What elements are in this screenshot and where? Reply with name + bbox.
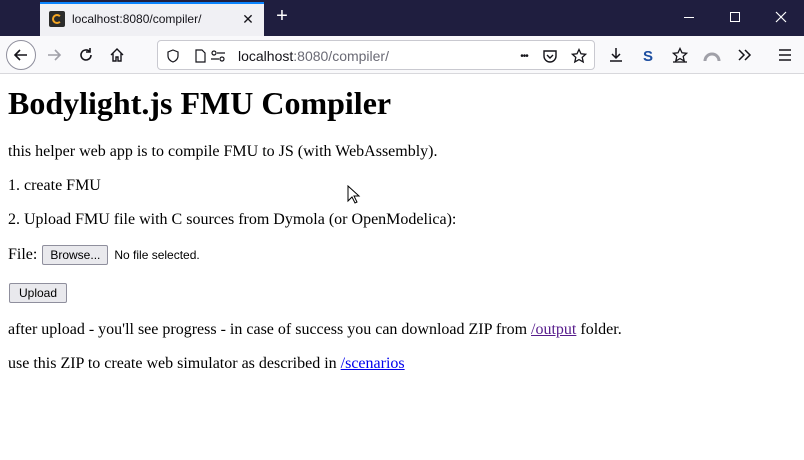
page-actions-menu-icon[interactable]: ••• [514,48,534,64]
step-2-text: 2. Upload FMU file with C sources from D… [8,211,457,228]
download-icon [610,48,622,62]
arrow-right-icon [48,49,62,61]
file-input-row: File: Browse... No file selected. [8,245,200,265]
home-icon [110,48,124,62]
after-upload-text-end: folder. [576,321,622,338]
close-icon [775,11,787,23]
hamburger-menu-icon [779,49,791,61]
star-list-icon [672,47,688,63]
url-host: localhost [238,48,294,64]
scenarios-link[interactable]: /scenarios [341,355,405,372]
extension-s-icon: S [643,48,653,63]
url-path: :8080/compiler/ [293,48,389,64]
account-icon [703,52,721,62]
tab-close-icon[interactable]: ✕ [240,11,256,27]
permissions-icon[interactable] [210,48,226,64]
browser-titlebar: localhost:8080/compiler/ ✕ + [0,0,804,36]
new-tab-button[interactable]: + [272,6,292,28]
extension-s-button[interactable]: S [634,41,662,69]
browse-file-button[interactable]: Browse... [42,245,109,265]
site-favicon-icon [49,11,65,27]
chevrons-right-icon [738,49,752,61]
after-upload-text-start: after upload - you'll see progress - in … [8,321,532,338]
downloads-button[interactable] [602,41,630,69]
step-1-text: 1. create FMU [8,177,101,194]
reload-icon [80,48,92,61]
home-button[interactable] [103,41,131,69]
reload-button[interactable] [72,41,100,69]
page-content: Bodylight.js FMU Compiler this helper we… [0,75,804,460]
window-close-button[interactable] [758,0,804,34]
app-menu-button[interactable] [771,41,799,69]
address-bar[interactable]: localhost:8080/compiler/ ••• [157,40,595,70]
file-label: File: [8,246,38,263]
pocket-icon[interactable] [542,48,558,64]
window-maximize-button[interactable] [712,0,758,34]
url-text[interactable]: localhost:8080/compiler/ [238,48,389,64]
intro-text: this helper web app is to compile FMU to… [8,143,438,160]
maximize-icon [730,12,740,22]
back-button[interactable] [6,40,36,70]
browser-tab[interactable]: localhost:8080/compiler/ ✕ [40,2,264,36]
upload-button[interactable]: Upload [9,283,68,303]
page-info-icon[interactable] [192,48,208,64]
shield-icon[interactable] [165,48,181,64]
window-minimize-button[interactable] [666,0,712,34]
output-link[interactable]: /output [531,321,576,338]
after-upload-text: after upload - you'll see progress - in … [8,321,622,339]
arrow-left-icon [13,49,27,61]
file-status: No file selected. [114,248,200,262]
forward-button[interactable] [40,41,68,69]
use-zip-text-start: use this ZIP to create web simulator as … [8,355,341,372]
account-button[interactable] [698,41,726,69]
overflow-menu-button[interactable] [730,41,758,69]
tab-title: localhost:8080/compiler/ [72,12,202,26]
mouse-cursor-icon [347,185,361,204]
reading-list-button[interactable] [666,41,694,69]
use-zip-text: use this ZIP to create web simulator as … [8,355,405,373]
minimize-icon [684,16,694,18]
navigation-toolbar: localhost:8080/compiler/ ••• S [0,36,804,74]
page-title: Bodylight.js FMU Compiler [8,85,392,121]
svg-text:S: S [643,48,653,63]
bookmark-star-icon[interactable] [571,48,587,64]
